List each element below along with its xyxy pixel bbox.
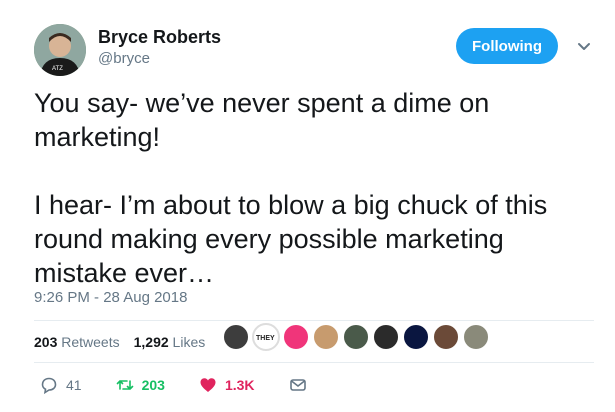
retweet-count: 203 — [141, 377, 165, 393]
retweet-icon — [116, 380, 133, 390]
divider — [34, 320, 594, 321]
liker-avatar[interactable] — [342, 323, 370, 351]
retweets-count: 203 — [34, 334, 58, 350]
liker-avatar[interactable] — [462, 323, 490, 351]
likes-count: 1,292 — [133, 334, 169, 350]
liker-avatar[interactable] — [432, 323, 460, 351]
svg-text:THEY: THEY — [256, 335, 275, 342]
author-avatar[interactable]: ATZ — [34, 24, 86, 76]
reply-icon — [41, 377, 57, 394]
svg-text:ATZ: ATZ — [52, 66, 63, 72]
author-name[interactable]: Bryce Roberts — [98, 27, 221, 48]
liker-avatar[interactable]: THEY — [252, 323, 280, 351]
author-handle[interactable]: @bryce — [98, 50, 150, 67]
liker-avatars: THEY — [222, 323, 490, 351]
like-count: 1.3K — [224, 377, 255, 393]
action-bar: 41 203 1.3K — [40, 376, 341, 394]
tweet-timestamp[interactable]: 9:26 PM - 28 Aug 2018 — [34, 289, 187, 306]
envelope-icon — [289, 379, 306, 391]
reply-button[interactable]: 41 — [40, 376, 82, 394]
liker-avatar[interactable] — [402, 323, 430, 351]
heart-icon — [200, 378, 216, 392]
direct-message-button[interactable] — [289, 376, 307, 394]
tweet-text: You say- we’ve never spent a dime on mar… — [34, 88, 548, 288]
likes-stat[interactable]: 1,292 Likes — [134, 334, 206, 350]
likes-label: Likes — [172, 334, 206, 350]
retweets-stat[interactable]: 203 Retweets — [34, 334, 120, 350]
retweets-label: Retweets — [61, 334, 120, 350]
liker-avatar[interactable] — [282, 323, 310, 351]
tweet-card: ATZ Bryce Roberts @bryce Following You s… — [0, 0, 615, 412]
like-button[interactable]: 1.3K — [199, 376, 255, 394]
engagement-stats: 203 Retweets 1,292 Likes — [34, 334, 205, 350]
reply-count: 41 — [66, 377, 82, 393]
retweet-button[interactable]: 203 — [116, 376, 165, 394]
liker-avatar[interactable] — [372, 323, 400, 351]
divider — [34, 362, 594, 363]
liker-avatar[interactable] — [222, 323, 250, 351]
chevron-down-icon[interactable] — [574, 36, 594, 56]
following-button[interactable]: Following — [456, 28, 558, 64]
liker-avatar[interactable] — [312, 323, 340, 351]
